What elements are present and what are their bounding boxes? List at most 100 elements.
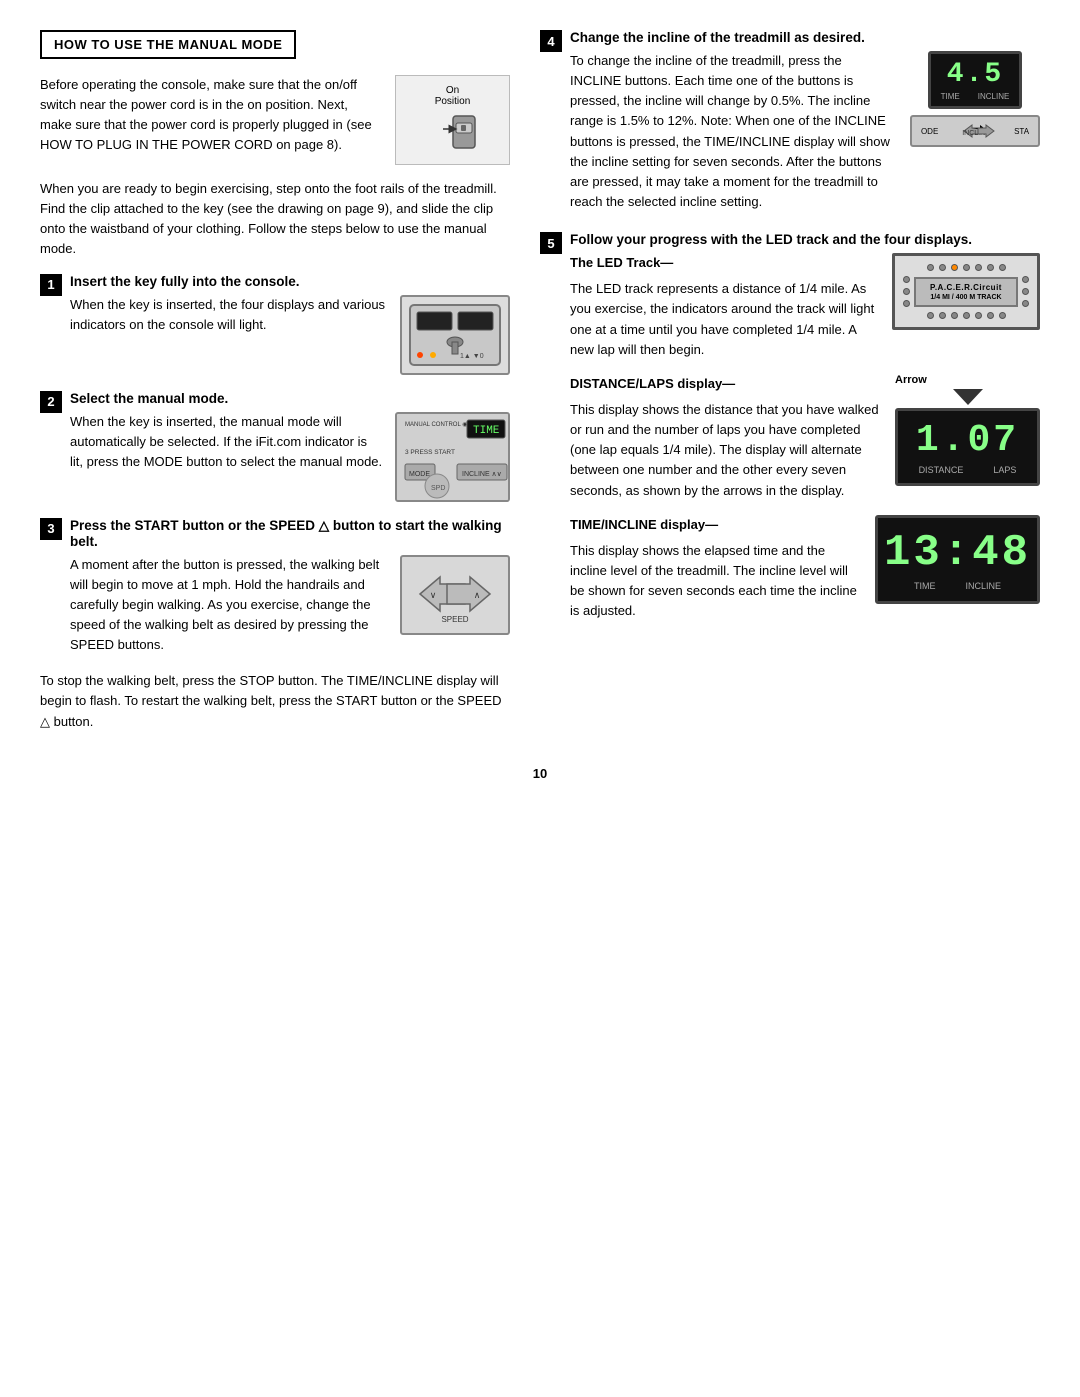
step-4-display: 4.5 TIME INCLINE ODE INCLINE	[910, 51, 1040, 147]
on-text: On	[446, 85, 459, 96]
step-5-content: Follow your progress with the LED track …	[570, 232, 1040, 621]
time-incline-seg-display: 13:48 TIME INCLINE	[875, 515, 1040, 604]
led-dot-lit	[951, 264, 958, 271]
svg-text:SPEED: SPEED	[441, 615, 468, 624]
step-4-text-block: To change the incline of the treadmill, …	[570, 51, 894, 212]
step-3-content: Press the START button or the SPEED △ bu…	[70, 518, 510, 656]
led-track-text-block: The LED Track— The LED track represents …	[570, 253, 878, 360]
svg-text:3 PRESS START: 3 PRESS START	[405, 449, 455, 456]
page-number: 10	[40, 766, 1040, 781]
time-incline-sublabels: TIME INCLINE	[914, 581, 1001, 591]
time-text-block: TIME/INCLINE display— This display shows…	[570, 515, 861, 622]
led-dots-top	[903, 264, 1029, 271]
switch-label: On Position	[435, 85, 471, 107]
led-dot	[1022, 276, 1029, 283]
step-1-title: Insert the key fully into the console.	[70, 274, 510, 289]
step-1-number: 1	[40, 274, 62, 296]
switch-svg-icon	[423, 111, 483, 156]
led-dot	[939, 312, 946, 319]
step-4-text: To change the incline of the treadmill, …	[570, 51, 894, 212]
pacer-circuit-label: P.A.C.E.R.Circuit	[920, 283, 1012, 292]
distance-arrow-icon	[895, 389, 1040, 405]
led-dots-bottom	[903, 312, 1029, 319]
down-arrow-icon	[953, 389, 983, 405]
svg-text:1▲ ▼0: 1▲ ▼0	[460, 353, 484, 360]
distance-seg-display: 1.07 DISTANCE LAPS	[895, 408, 1040, 486]
time-subtitle: TIME/INCLINE display—	[570, 515, 861, 535]
step-5-body: The LED Track— The LED track represents …	[570, 253, 1040, 621]
led-dot	[963, 264, 970, 271]
pacer-track-label: 1/4 MI / 400 M TRACK	[920, 294, 1012, 301]
svg-text:MODE: MODE	[409, 471, 430, 478]
stop-para: To stop the walking belt, press the STOP…	[40, 671, 510, 731]
led-track-illustration: P.A.C.E.R.Circuit 1/4 MI / 400 M TRACK	[892, 253, 1040, 330]
step-2-image: MANUAL CONTROL ◉ TIME MODE INCLINE ∧∨	[395, 412, 510, 502]
svg-text:TIME: TIME	[473, 425, 500, 437]
step-2-text: When the key is inserted, the manual mod…	[70, 412, 383, 472]
svg-text:∧: ∧	[474, 590, 481, 600]
section-title-text: HOW TO USE THE MANUAL MODE	[54, 37, 282, 52]
step-3: 3 Press the START button or the SPEED △ …	[40, 518, 510, 656]
step-3-body: A moment after the button is pressed, th…	[70, 555, 510, 656]
distance-laps-section: DISTANCE/LAPS display— This display show…	[570, 374, 1040, 501]
led-dot	[927, 264, 934, 271]
step-3-image: ∨ SPEED ∧	[400, 555, 510, 635]
intro-para-2: When you are ready to begin exercising, …	[40, 179, 510, 260]
step-3-title: Press the START button or the SPEED △ bu…	[70, 518, 510, 549]
mode-console-icon: MANUAL CONTROL ◉ TIME MODE INCLINE ∧∨	[397, 414, 510, 502]
step-4-title: Change the incline of the treadmill as d…	[570, 30, 1040, 45]
incline-label: INCLINE	[965, 581, 1001, 591]
svg-text:MANUAL CONTROL ◉: MANUAL CONTROL ◉	[405, 422, 467, 428]
incline-buttons-icon: INCLINE	[956, 121, 996, 141]
led-dot	[1022, 288, 1029, 295]
time-label: TIME	[914, 581, 936, 591]
led-dot	[951, 312, 958, 319]
sta-label: STA	[1014, 127, 1029, 136]
speed-buttons-icon: ∨ SPEED ∧	[405, 562, 505, 627]
led-dot	[939, 264, 946, 271]
incline-incline-label: INCLINE	[978, 92, 1010, 101]
led-dot	[903, 288, 910, 295]
led-dot	[987, 264, 994, 271]
left-column: HOW TO USE THE MANUAL MODE Before operat…	[40, 30, 510, 746]
incline-value-display: 4.5 TIME INCLINE	[928, 51, 1023, 109]
arrow-label: Arrow	[895, 374, 1040, 386]
position-text: Position	[435, 96, 471, 107]
led-dot	[903, 300, 910, 307]
page-container: HOW TO USE THE MANUAL MODE Before operat…	[40, 30, 1040, 746]
step-5-title: Follow your progress with the LED track …	[570, 232, 1040, 247]
step-2-content: Select the manual mode. When the key is …	[70, 391, 510, 502]
led-track-section: The LED Track— The LED track represents …	[570, 253, 1040, 360]
step-3-text: A moment after the button is pressed, th…	[70, 555, 388, 656]
distance-display-container: Arrow 1.07 DISTANCE	[895, 374, 1040, 486]
ode-label: ODE	[921, 127, 938, 136]
led-dot	[975, 264, 982, 271]
incline-digits: 4.5	[947, 59, 1003, 90]
distance-text-block: DISTANCE/LAPS display— This display show…	[570, 374, 881, 501]
led-dot	[999, 264, 1006, 271]
led-track-subtitle: The LED Track—	[570, 253, 878, 273]
step-1-content: Insert the key fully into the console. W…	[70, 274, 510, 375]
led-dot	[975, 312, 982, 319]
incline-display-labels: TIME INCLINE	[941, 92, 1010, 101]
led-dot	[987, 312, 994, 319]
distance-subtitle: DISTANCE/LAPS display—	[570, 374, 881, 394]
step-1-text: When the key is inserted, the four displ…	[70, 295, 388, 335]
distance-digits: 1.07	[916, 419, 1019, 462]
led-track-text: The LED track represents a distance of 1…	[570, 279, 878, 360]
pacer-circuit-box: P.A.C.E.R.Circuit 1/4 MI / 400 M TRACK	[914, 277, 1018, 307]
led-dot	[927, 312, 934, 319]
time-text: This display shows the elapsed time and …	[570, 541, 861, 622]
laps-label: LAPS	[993, 465, 1016, 475]
time-incline-section: TIME/INCLINE display— This display shows…	[570, 515, 1040, 622]
distance-sublabels: DISTANCE LAPS	[919, 465, 1017, 475]
console-key-icon: 1▲ ▼0	[405, 300, 505, 370]
intro-para-1: Before operating the console, make sure …	[40, 75, 381, 156]
step-2-title: Select the manual mode.	[70, 391, 510, 406]
led-track-middle: P.A.C.E.R.Circuit 1/4 MI / 400 M TRACK	[903, 276, 1029, 307]
step-4-number: 4	[540, 30, 562, 52]
svg-text:INCLINE ∧∨: INCLINE ∧∨	[462, 471, 502, 478]
step-1-body: When the key is inserted, the four displ…	[70, 295, 510, 375]
step-3-number: 3	[40, 518, 62, 540]
step-5-number: 5	[540, 232, 562, 254]
